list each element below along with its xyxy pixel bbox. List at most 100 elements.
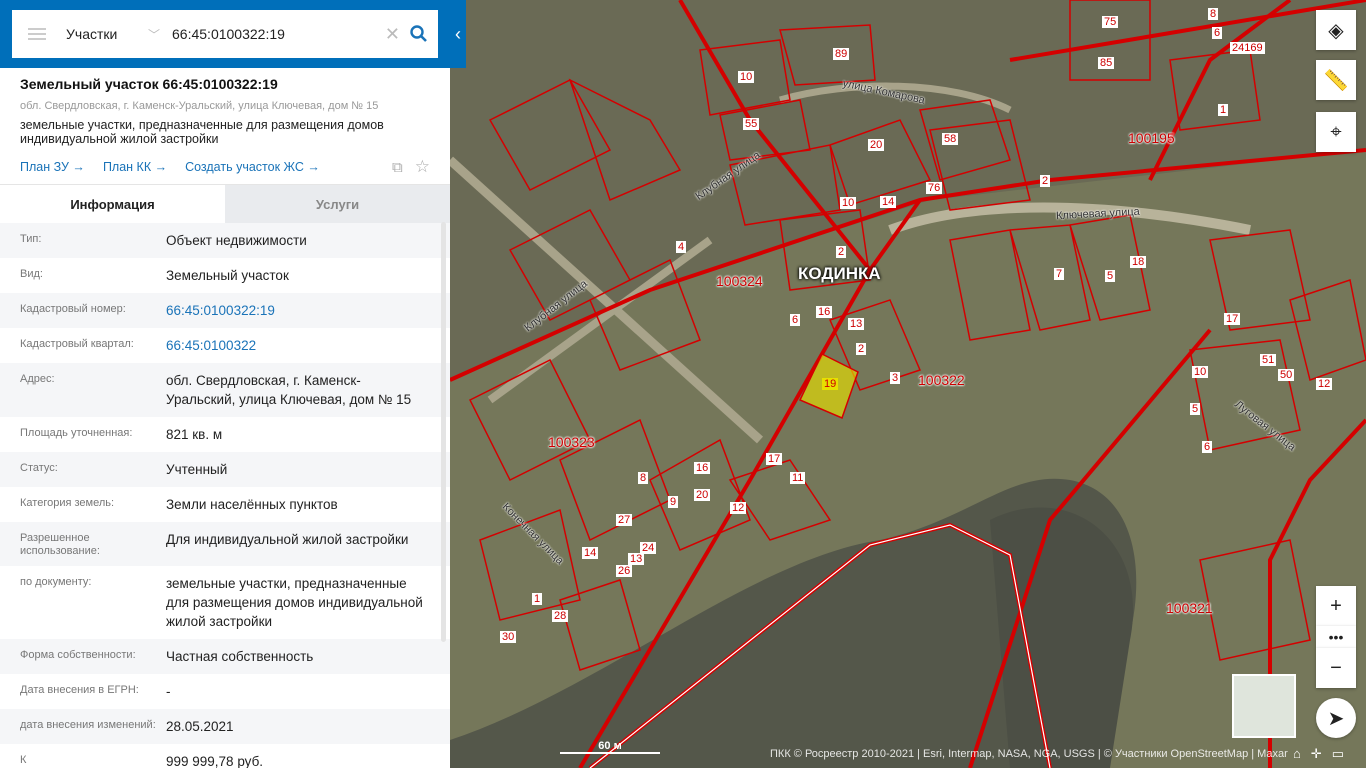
home-icon[interactable]: ⌂ bbox=[1293, 746, 1311, 761]
category-select[interactable]: Участки bbox=[66, 26, 148, 42]
collapse-panel-button[interactable]: ‹ bbox=[450, 0, 466, 68]
tab-information[interactable]: Информация bbox=[0, 185, 225, 223]
parcel-label: 20 bbox=[868, 139, 885, 151]
object-description: земельные участки, предназначенные для р… bbox=[20, 118, 384, 146]
search-bar: Участки ﹀ 66:45:0100322:19 ✕ bbox=[0, 0, 450, 68]
info-label: Форма собственности: bbox=[20, 649, 136, 661]
info-row: дата внесения изменений: 28.05.2021 bbox=[0, 709, 450, 744]
parcel-label: 7 bbox=[1054, 268, 1065, 280]
scrollbar[interactable] bbox=[441, 222, 446, 642]
info-label: К bbox=[20, 754, 27, 766]
parcel-label: 6 bbox=[790, 314, 801, 326]
parcel-label: 10 bbox=[840, 197, 857, 209]
map[interactable]: 19 13 2 3 16 6 10 14 76 58 20 89 10 55 2… bbox=[450, 0, 1366, 768]
parcel-label: 28 bbox=[552, 610, 569, 622]
parcel-label: 24169 bbox=[1230, 42, 1265, 54]
info-row: Адрес: обл. Свердловская, г. Каменск-Урал… bbox=[0, 363, 450, 417]
search-icon[interactable] bbox=[410, 25, 428, 43]
attribution: ПКК © Росреестр 2010-2021 | Esri, Interm… bbox=[770, 748, 1288, 760]
info-label: Кадастровый квартал: bbox=[20, 338, 134, 350]
parcel-label: 85 bbox=[1098, 57, 1115, 69]
info-label: по документу: bbox=[20, 576, 92, 588]
measure-button[interactable]: 📏 bbox=[1316, 60, 1356, 100]
parcel-label: 76 bbox=[926, 182, 943, 194]
search-on-map-icon[interactable]: ⧉ bbox=[392, 159, 403, 176]
info-value: 999 999,78 руб. bbox=[166, 754, 264, 768]
locate-button[interactable]: ⌖ bbox=[1316, 112, 1356, 152]
info-value[interactable]: 66:45:0100322 bbox=[166, 336, 430, 355]
layers-button[interactable]: ◈ bbox=[1316, 10, 1356, 50]
plan-kk-link[interactable]: План КК → bbox=[103, 160, 167, 174]
ruler-icon: 📏 bbox=[1323, 69, 1349, 92]
parcel-label: 2 bbox=[1040, 175, 1051, 187]
town-label: КОДИНКА bbox=[798, 264, 881, 283]
parcel-label: 18 bbox=[1130, 256, 1147, 268]
search-input[interactable]: 66:45:0100322:19 bbox=[172, 26, 385, 42]
parcel-label: 2 bbox=[836, 246, 847, 258]
parcel-label: 12 bbox=[1316, 378, 1333, 390]
parcel-label: 14 bbox=[880, 196, 897, 208]
plus-icon: + bbox=[1330, 594, 1342, 617]
scale-bar: 60 м bbox=[560, 740, 660, 754]
parcel-label: 8 bbox=[638, 472, 649, 484]
create-parcel-link[interactable]: Создать участок ЖС → bbox=[185, 160, 320, 174]
parcel-label: 89 bbox=[833, 48, 850, 60]
star-icon[interactable]: ☆ bbox=[415, 157, 430, 177]
parcel-label: 26 bbox=[616, 565, 633, 577]
map-footer-icons[interactable]: ⌂✛▭ bbox=[1293, 746, 1354, 762]
parcel-label: 6 bbox=[1202, 441, 1213, 453]
info-label: Тип: bbox=[20, 233, 42, 245]
info-row: Площадь уточненная: 821 кв. м bbox=[0, 417, 450, 452]
parcel-label: 6 bbox=[1212, 27, 1223, 39]
quarter-label: 100321 bbox=[1166, 600, 1213, 616]
zoom-more-button[interactable]: ••• bbox=[1316, 626, 1356, 648]
info-row: Дата внесения в ЕГРН: - bbox=[0, 674, 450, 709]
parcel-label-selected[interactable]: 19 bbox=[822, 378, 839, 390]
info-row: Статус: Учтенный bbox=[0, 452, 450, 487]
plan-zu-link[interactable]: План ЗУ → bbox=[20, 160, 85, 174]
map-imagery bbox=[450, 0, 1366, 768]
parcel-label: 9 bbox=[668, 496, 679, 508]
parcel-label: 75 bbox=[1102, 16, 1119, 28]
info-value: Земельный участок bbox=[166, 268, 289, 283]
object-title: Земельный участок 66:45:0100322:19 bbox=[20, 76, 278, 92]
layers-icon: ◈ bbox=[1328, 19, 1344, 42]
parcel-label: 3 bbox=[890, 372, 901, 384]
fullscreen-icon[interactable]: ▭ bbox=[1332, 746, 1354, 761]
parcel-label: 13 bbox=[628, 553, 645, 565]
info-label: дата внесения изменений: bbox=[20, 719, 156, 731]
parcel-label: 14 bbox=[582, 547, 599, 559]
zoom-in-button[interactable]: + bbox=[1316, 586, 1356, 626]
info-row: Кадастровый квартал: 66:45:0100322 bbox=[0, 328, 450, 363]
quarter-label: 100323 bbox=[548, 434, 595, 450]
info-value[interactable]: 66:45:0100322:19 bbox=[166, 301, 430, 320]
parcel-label: 16 bbox=[816, 306, 833, 318]
chevron-down-icon[interactable]: ﹀ bbox=[148, 26, 160, 43]
parcel-label: 8 bbox=[1208, 8, 1219, 20]
tab-services[interactable]: Услуги bbox=[225, 185, 450, 223]
info-value: 28.05.2021 bbox=[166, 719, 234, 734]
parcel-label: 27 bbox=[616, 514, 633, 526]
info-row: Тип: Объект недвижимости bbox=[0, 223, 450, 258]
info-value: - bbox=[166, 684, 171, 699]
info-row: Разрешенное использование: Для индивидуал… bbox=[0, 522, 450, 566]
info-label: Вид: bbox=[20, 268, 43, 280]
parcel-label: 16 bbox=[694, 462, 711, 474]
zoom-out-button[interactable]: − bbox=[1316, 648, 1356, 688]
info-value: Объект недвижимости bbox=[166, 233, 307, 248]
info-value: Частная собственность bbox=[166, 649, 314, 664]
info-row: Категория земель: Земли населённых пункто… bbox=[0, 487, 450, 522]
clear-icon[interactable]: ✕ bbox=[385, 24, 400, 45]
info-table: Тип: Объект недвижимости Вид: Земельный уча… bbox=[0, 223, 450, 768]
position-icon[interactable]: ✛ bbox=[1311, 746, 1332, 761]
compass-button[interactable]: ➤ bbox=[1316, 698, 1356, 738]
menu-icon[interactable] bbox=[28, 28, 46, 40]
parcel-label: 30 bbox=[500, 631, 517, 643]
info-value: Земли населённых пунктов bbox=[166, 497, 338, 512]
info-label: Разрешенное использование: bbox=[20, 532, 100, 557]
parcel-label: 55 bbox=[743, 118, 760, 130]
parcel-label: 1 bbox=[532, 593, 543, 605]
object-address: обл. Свердловская, г. Каменск-Уральский,… bbox=[20, 100, 379, 112]
info-row: по документу: земельные участки, предназн… bbox=[0, 566, 450, 639]
basemap-switcher[interactable] bbox=[1232, 674, 1296, 738]
